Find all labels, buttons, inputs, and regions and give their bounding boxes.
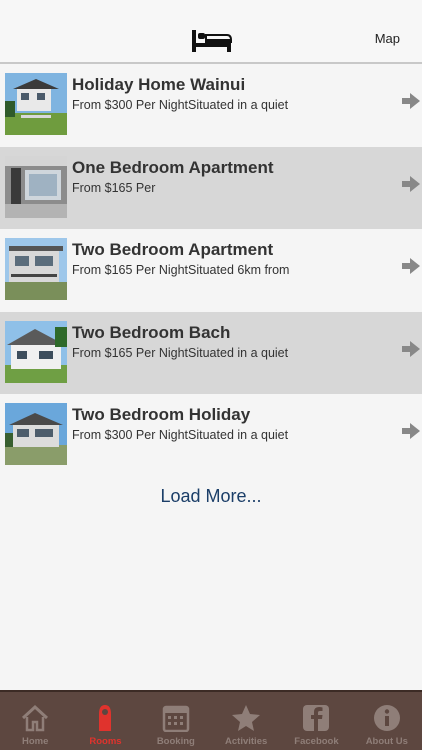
listing-row[interactable]: Two Bedroom Bach From $165 Per NightSitu… — [0, 311, 422, 394]
tab-activities[interactable]: Activities — [211, 692, 281, 750]
listing-row[interactable]: One Bedroom Apartment From $165 Per — [0, 146, 422, 229]
arrow-right-icon — [402, 258, 420, 274]
home-icon — [22, 704, 49, 732]
facebook-icon — [303, 705, 330, 731]
listing-title: Two Bedroom Apartment — [72, 240, 274, 259]
tab-facebook[interactable]: Facebook — [281, 692, 351, 750]
listing-thumbnail — [5, 403, 67, 465]
calendar-icon — [162, 705, 190, 732]
arrow-right-icon — [402, 423, 420, 439]
tab-home[interactable]: Home — [0, 692, 70, 750]
listing-title: Two Bedroom Holiday — [72, 405, 251, 424]
tab-label: Rooms — [89, 736, 122, 747]
listing-description: From $300 Per NightSituated in a quiet — [72, 98, 289, 112]
listing-title: One Bedroom Apartment — [72, 157, 274, 177]
listing-description: From $165 Per NightSituated in a quiet — [72, 345, 289, 360]
top-nav-bar: Map — [0, 0, 422, 64]
listing-row[interactable]: Two Bedroom Holiday From $300 Per NightS… — [0, 394, 422, 477]
bed-icon — [192, 30, 232, 52]
listing-list: Holiday Home Wainui From $300 Per NightS… — [0, 64, 422, 477]
listing-row[interactable]: Two Bedroom Apartment From $165 Per Nigh… — [0, 229, 422, 312]
map-link[interactable]: Map — [375, 31, 400, 46]
tab-label: Activities — [225, 736, 268, 747]
tab-label: Home — [21, 736, 49, 747]
listing-title: Holiday Home Wainui — [72, 75, 246, 94]
tab-about-us[interactable]: About Us — [352, 692, 422, 750]
arrow-right-icon — [402, 93, 420, 109]
listing-thumbnail — [5, 320, 67, 383]
info-icon — [373, 705, 400, 731]
listing-row[interactable]: Holiday Home Wainui From $300 Per NightS… — [0, 64, 422, 147]
arrow-right-icon — [402, 340, 420, 357]
listing-title: Two Bedroom Bach — [72, 322, 231, 342]
listing-thumbnail — [5, 73, 67, 135]
listing-description: From $300 Per NightSituated in a quiet — [72, 428, 289, 442]
door-hanger-icon — [99, 705, 112, 731]
star-icon — [232, 705, 261, 731]
tab-rooms[interactable]: Rooms — [70, 692, 140, 750]
tab-label: About Us — [365, 736, 408, 747]
listing-description: From $165 Per NightSituated 6km from — [72, 263, 290, 277]
tab-booking[interactable]: Booking — [141, 692, 211, 750]
tab-label: Booking — [156, 736, 195, 747]
listing-thumbnail — [5, 155, 67, 218]
arrow-right-icon — [402, 175, 420, 192]
load-more-button[interactable]: Load More... — [0, 486, 422, 507]
listing-description: From $165 Per — [72, 180, 156, 195]
listing-thumbnail — [5, 238, 67, 300]
tab-label: Facebook — [294, 736, 339, 747]
bottom-tab-bar: Home Rooms Booking Activities Facebook A… — [0, 690, 422, 750]
